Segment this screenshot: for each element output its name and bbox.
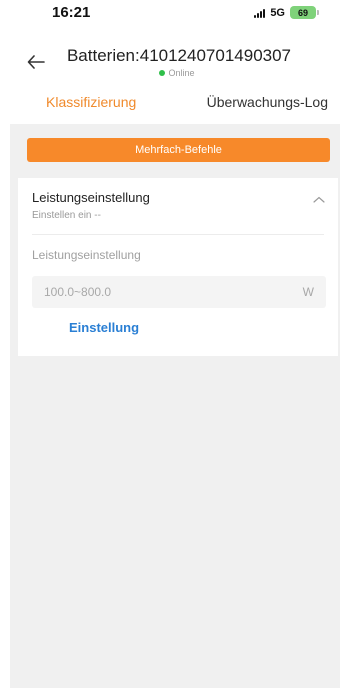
tab-klassifizierung[interactable]: Klassifizierung bbox=[46, 94, 136, 110]
status-time: 16:21 bbox=[52, 4, 91, 21]
input-unit: W bbox=[302, 285, 314, 299]
collapse-toggle[interactable] bbox=[312, 192, 326, 203]
chevron-up-icon bbox=[313, 196, 325, 203]
power-setting-card: Leistungseinstellung Einstellen ein -- L… bbox=[18, 178, 338, 356]
battery-icon: 69 bbox=[290, 6, 319, 19]
page-title: Batterien:4101240701490307 bbox=[66, 46, 292, 65]
multi-command-button[interactable]: Mehrfach-Befehle bbox=[27, 138, 330, 162]
connection-status: Online bbox=[0, 68, 340, 78]
status-icons: 5G 69 bbox=[254, 6, 319, 19]
battery-level: 69 bbox=[297, 7, 308, 18]
input-placeholder: 100.0~800.0 bbox=[44, 285, 112, 299]
card-subtitle: Einstellen ein -- bbox=[32, 210, 101, 221]
divider bbox=[32, 234, 324, 235]
tab-bar: Klassifizierung Überwachungs-Log bbox=[0, 92, 340, 118]
tab-monitoring-log[interactable]: Überwachungs-Log bbox=[207, 94, 328, 110]
field-label: Leistungseinstellung bbox=[32, 248, 141, 262]
status-bar: 16:21 5G 69 bbox=[0, 0, 340, 26]
submit-setting-button[interactable]: Einstellung bbox=[69, 320, 139, 335]
power-input[interactable]: 100.0~800.0 W bbox=[32, 276, 326, 308]
online-dot-icon bbox=[159, 69, 166, 76]
content-area: Mehrfach-Befehle Leistungseinstellung Ei… bbox=[10, 124, 340, 688]
card-title: Leistungseinstellung bbox=[32, 190, 150, 205]
connection-status-label: Online bbox=[168, 68, 195, 78]
signal-icon bbox=[254, 8, 266, 18]
network-type: 5G bbox=[270, 6, 285, 19]
